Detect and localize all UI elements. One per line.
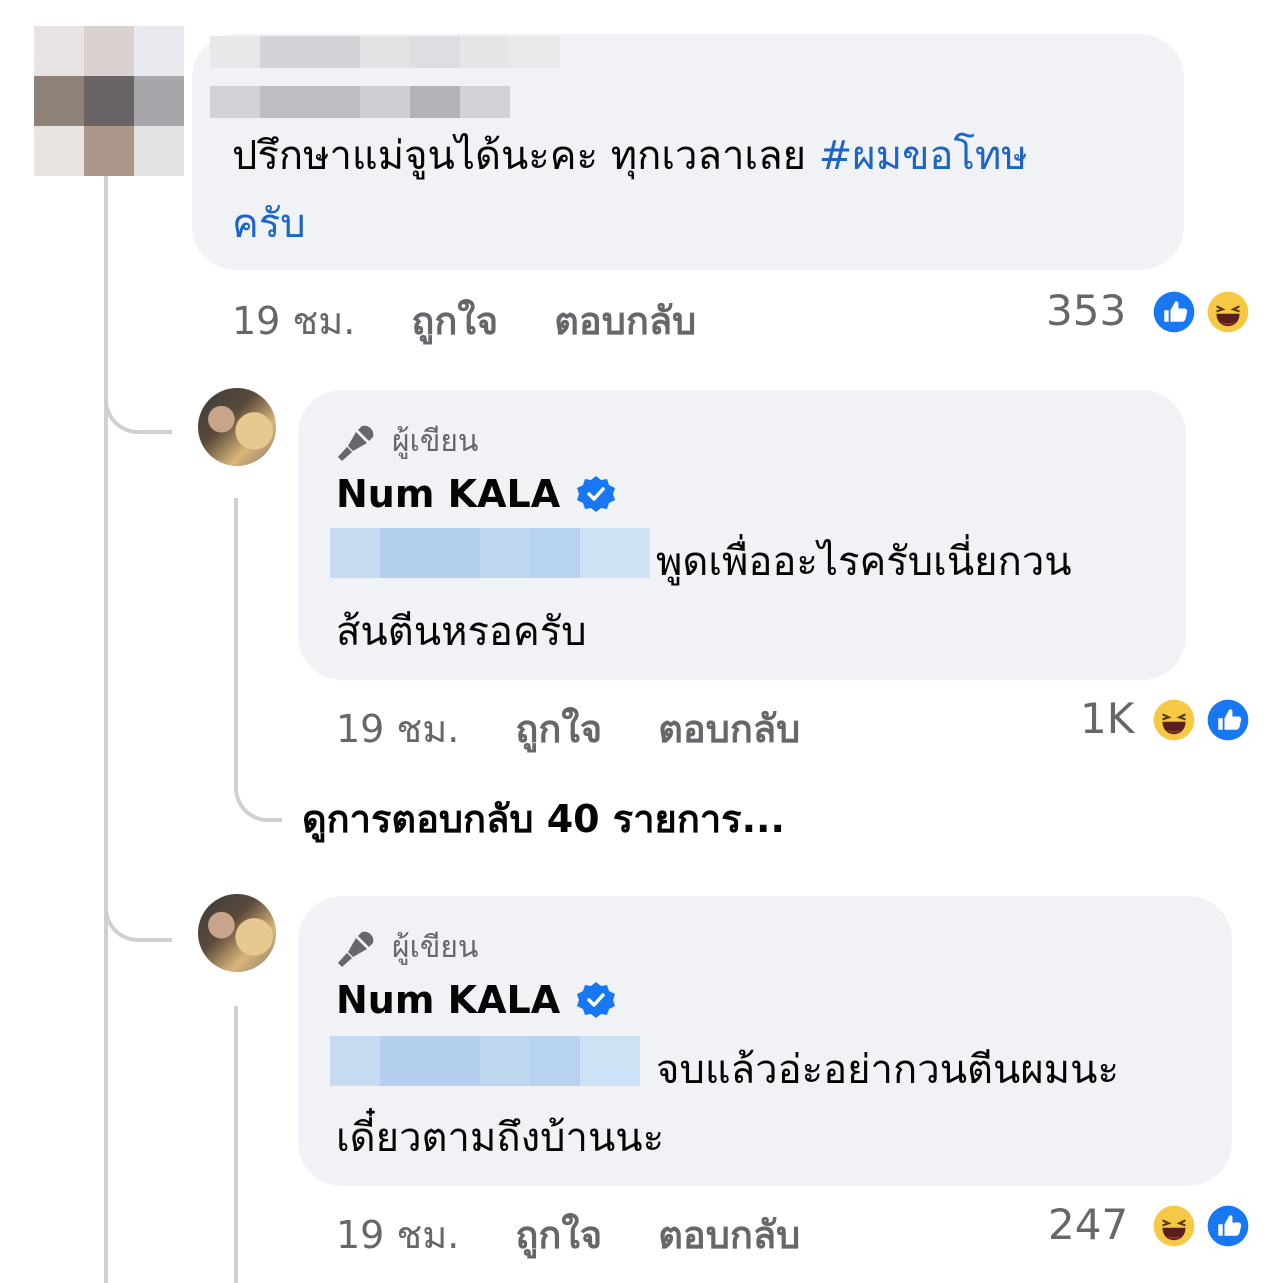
author-badge-label: ผู้เขียน	[392, 424, 479, 459]
reply-2-meta: 19 ชม. ถูกใจ ตอบกลับ	[336, 1204, 800, 1265]
author-name-row: Num KALA	[336, 978, 616, 1022]
top-comment-meta: 19 ชม. ถูกใจ ตอบกลับ	[232, 290, 696, 351]
like-button[interactable]: ถูกใจ	[515, 1204, 602, 1265]
thread-connector-reply-2	[104, 868, 172, 942]
commenter-avatar[interactable]	[34, 26, 184, 176]
author-badge-row: ผู้เขียน	[336, 924, 478, 971]
view-more-replies-link[interactable]: ดูการตอบกลับ 40 รายการ...	[302, 788, 785, 849]
like-button[interactable]: ถูกใจ	[411, 290, 498, 351]
comment-time[interactable]: 19 ชม.	[336, 698, 459, 759]
top-comment-text: ปรึกษาแม่จูนได้นะคะ ทุกเวลาเลย	[232, 133, 807, 179]
hashtag-link[interactable]: #ผมขอโทษ	[819, 133, 1028, 179]
reply-1-meta: 19 ชม. ถูกใจ ตอบกลับ	[336, 698, 800, 759]
top-comment-text-line1: ปรึกษาแม่จูนได้นะคะ ทุกเวลาเลย #ผมขอโทษ	[232, 126, 1028, 186]
reaction-count[interactable]: 1K	[1080, 694, 1134, 743]
microphone-icon	[337, 931, 374, 967]
like-icon	[1148, 286, 1200, 338]
comment-time[interactable]: 19 ชม.	[336, 1204, 459, 1265]
haha-icon	[1202, 286, 1254, 338]
like-icon	[1202, 694, 1254, 746]
commenter-name-blurred[interactable]	[210, 36, 560, 68]
author-name[interactable]: Num KALA	[336, 472, 560, 516]
comment-time[interactable]: 19 ชม.	[232, 290, 355, 351]
reply-1-text-line2: ส้นตีนหรอครับ	[336, 609, 587, 655]
author-name[interactable]: Num KALA	[336, 978, 560, 1022]
like-icon	[1202, 1200, 1254, 1252]
mention-blurred[interactable]	[330, 1036, 640, 1086]
reply-button[interactable]: ตอบกลับ	[658, 698, 800, 759]
author-badge-row: ผู้เขียน	[336, 418, 478, 465]
thread-line-reply-2	[234, 1006, 238, 1283]
commenter-name-blurred-2	[210, 86, 510, 118]
haha-icon	[1148, 694, 1200, 746]
thread-connector-reply-1	[104, 360, 172, 434]
reply-2-text-line2: เดี๋ยวตามถึงบ้านนะ	[336, 1115, 665, 1161]
haha-icon	[1148, 1200, 1200, 1252]
reply-button[interactable]: ตอบกลับ	[658, 1204, 800, 1265]
mention-blurred[interactable]	[330, 528, 650, 578]
author-name-row: Num KALA	[336, 472, 616, 516]
reply-1-text-line1: พูดเพื่ออะไรครับเนี่ยกวน	[656, 539, 1072, 585]
reply-2-text-line1: จบแล้วอ่ะอย่ากวนตีนผมนะ	[656, 1047, 1119, 1093]
thread-connector-more-replies	[234, 760, 282, 822]
reaction-count[interactable]: 247	[1048, 1200, 1128, 1249]
hashtag-link-continued[interactable]: ครับ	[232, 194, 306, 254]
thread-line-main	[104, 176, 108, 1283]
reply-button[interactable]: ตอบกลับ	[554, 290, 696, 351]
verified-badge-icon	[577, 476, 616, 512]
author-avatar[interactable]	[198, 894, 276, 972]
like-button[interactable]: ถูกใจ	[515, 698, 602, 759]
reaction-count[interactable]: 353	[1046, 286, 1126, 335]
verified-badge-icon	[577, 982, 616, 1018]
author-badge-label: ผู้เขียน	[392, 930, 479, 965]
thread-line-reply-1	[234, 498, 238, 788]
author-avatar[interactable]	[198, 388, 276, 466]
microphone-icon	[337, 425, 374, 461]
